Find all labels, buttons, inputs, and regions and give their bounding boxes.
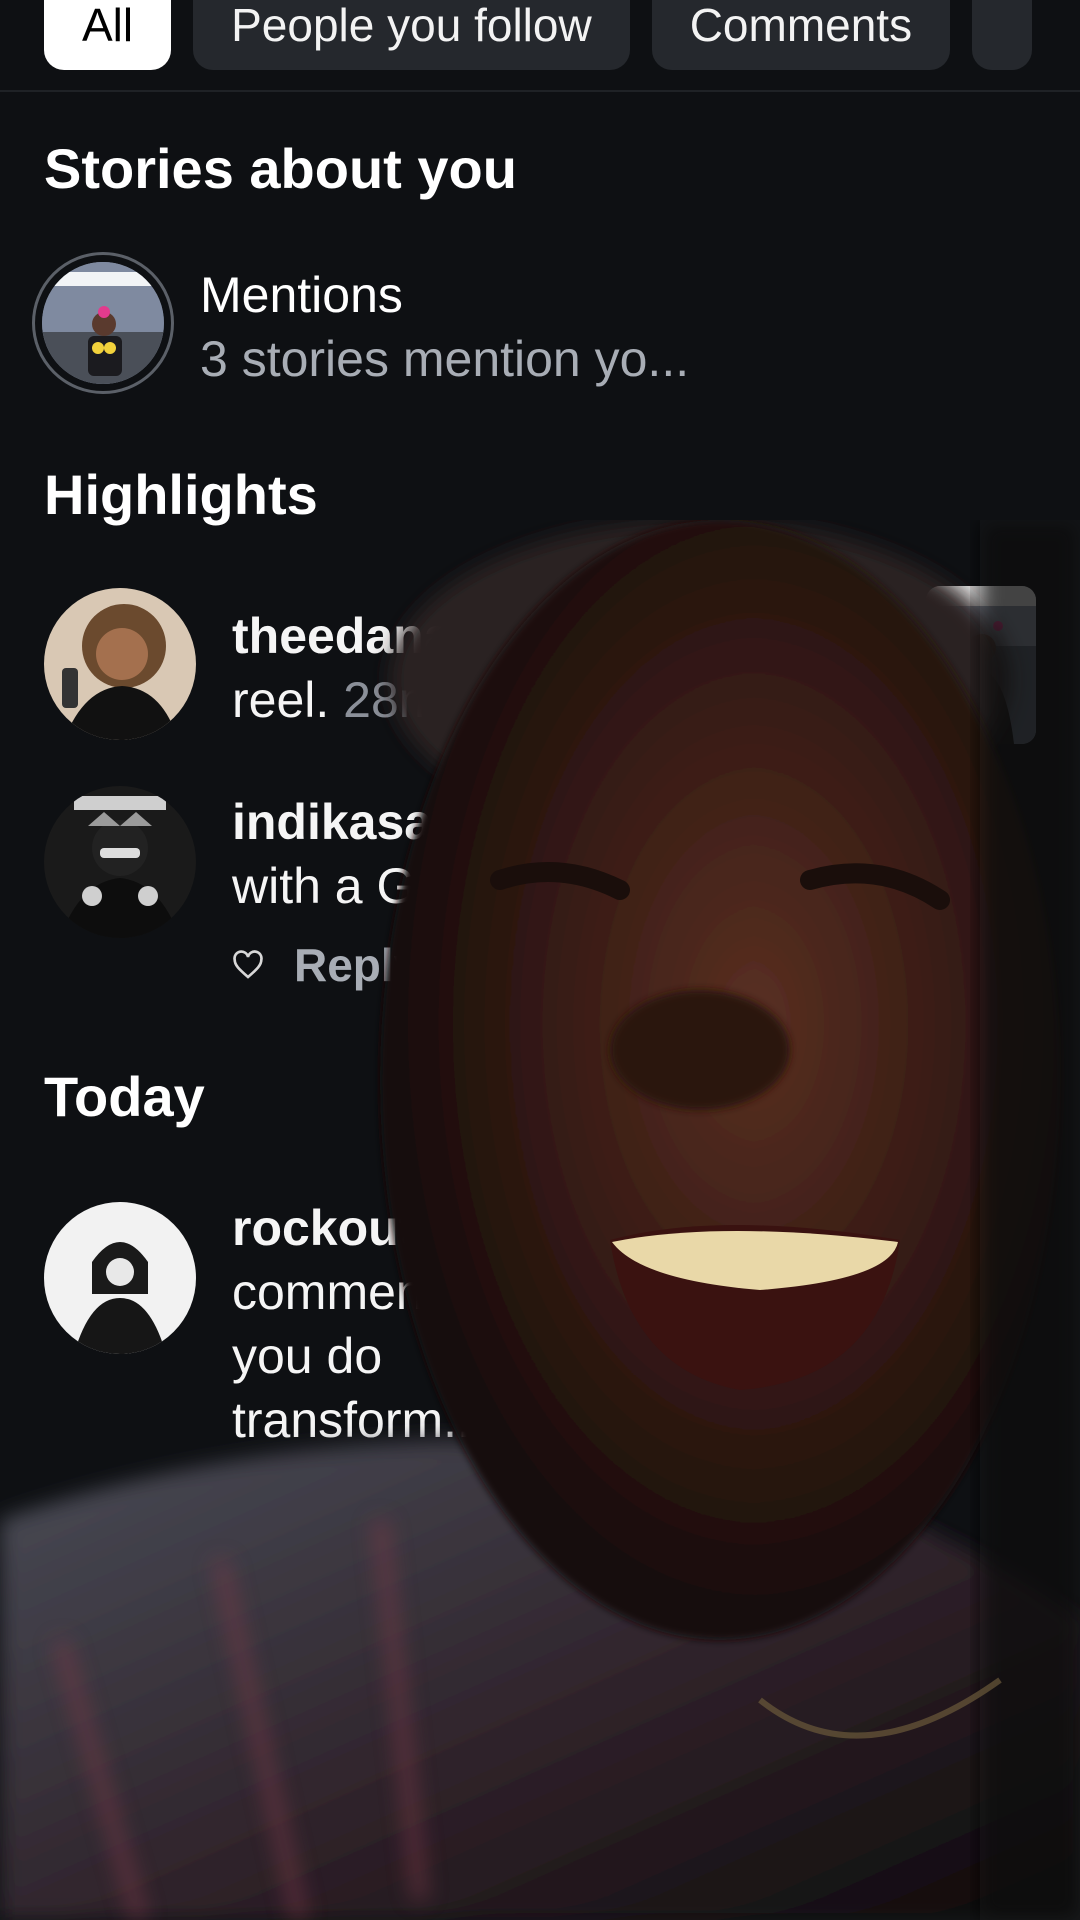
avatar-indikasan[interactable]	[44, 786, 196, 938]
message: reel.	[232, 672, 330, 728]
mentions-title[interactable]: Mentions	[200, 266, 403, 324]
section-title-stories: Stories about you	[44, 137, 517, 200]
chip-more[interactable]	[972, 0, 1033, 70]
highlight-text-1[interactable]: theedana reel. 28m	[232, 604, 452, 732]
highlight-text-2[interactable]: indikasan with a GIF	[232, 790, 463, 918]
reply-button[interactable]: Reply	[294, 1474, 419, 1528]
post-thumbnail-1[interactable]	[926, 586, 1036, 744]
message: with a GIF	[232, 858, 460, 914]
message-line-1: comment	[232, 1264, 438, 1320]
chip-comments[interactable]: Comments	[651, 0, 951, 70]
avatar-theedana[interactable]	[44, 588, 196, 740]
username[interactable]: rockoutt	[232, 1200, 432, 1256]
mentions-story-ring[interactable]	[32, 252, 174, 394]
username[interactable]: theedana	[232, 608, 452, 664]
chip-all[interactable]: All	[44, 0, 172, 70]
heart-outline-icon[interactable]	[232, 949, 264, 981]
reply-button[interactable]: Reply	[294, 938, 419, 992]
timestamp: 28m	[343, 672, 441, 728]
section-title-today: Today	[44, 1065, 205, 1128]
highlight-actions-2: Reply	[232, 938, 419, 992]
message-line-3: transform...	[232, 1392, 485, 1448]
header-divider	[0, 90, 1080, 92]
heart-outline-icon[interactable]	[232, 1485, 264, 1517]
filter-chips: All People you follow Comments	[44, 0, 1033, 70]
activity-screen: All People you follow Comments Stories a…	[0, 0, 1080, 1920]
chip-people-you-follow[interactable]: People you follow	[193, 0, 630, 70]
mentions-story-thumbnail	[42, 262, 164, 384]
mentions-subtitle: 3 stories mention yo...	[200, 331, 690, 387]
message-line-2: you do	[232, 1328, 383, 1384]
today-actions-1: Reply	[232, 1474, 419, 1528]
today-text-1[interactable]: rockoutt comment you do transform...	[232, 1196, 485, 1452]
username[interactable]: indikasan	[232, 794, 463, 850]
avatar-rockoutt[interactable]	[44, 1202, 196, 1354]
section-title-highlights: Highlights	[44, 463, 318, 526]
